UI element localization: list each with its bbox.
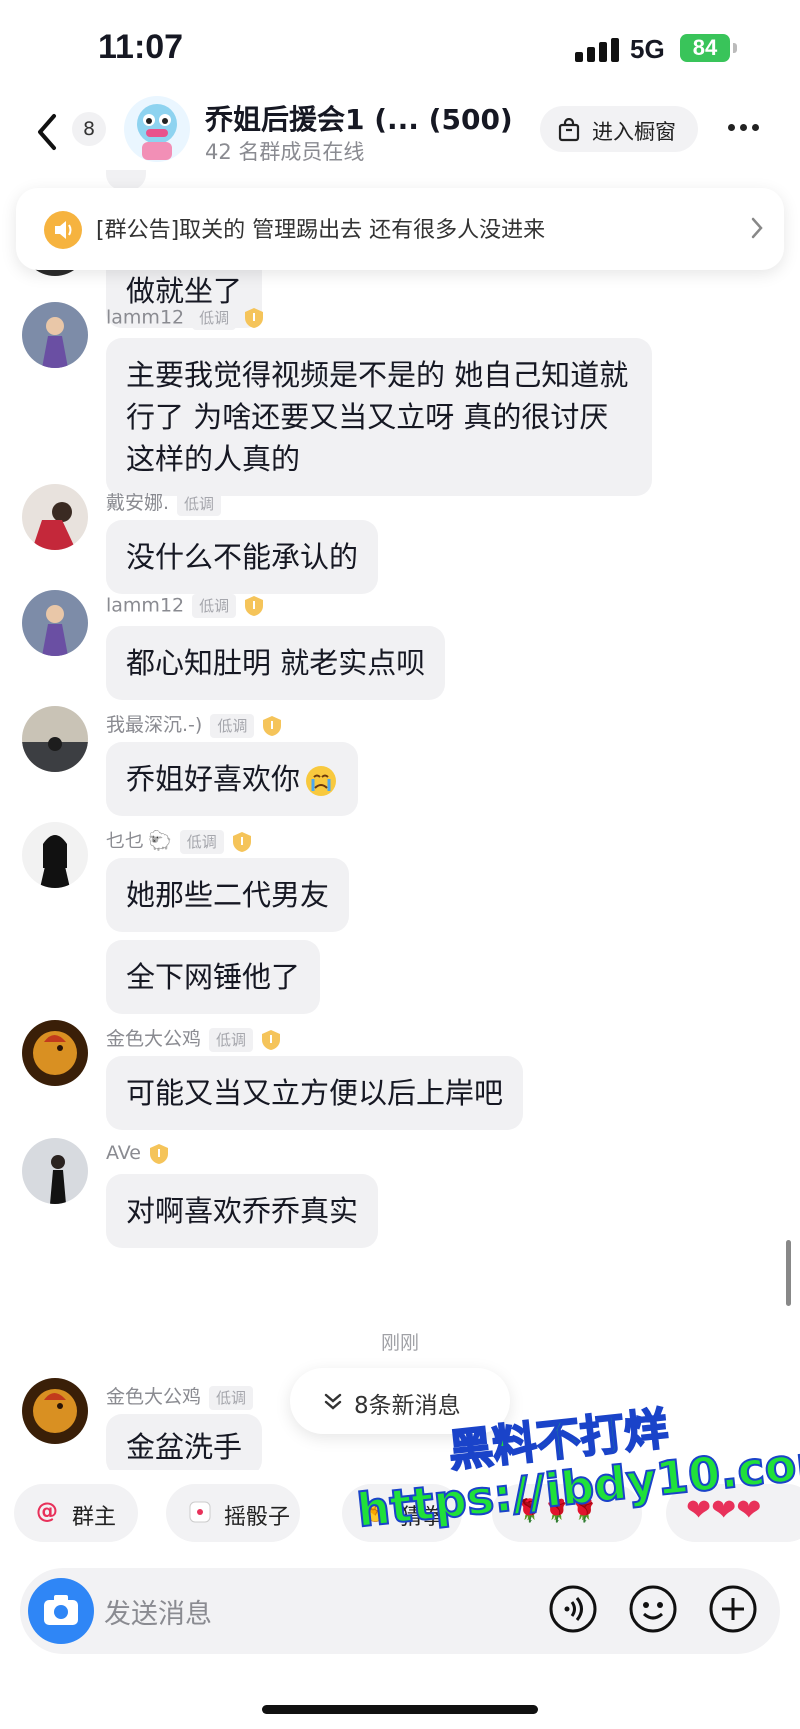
mention-owner-chip[interactable]: @ 群主 xyxy=(14,1484,138,1542)
message-bubble[interactable]: 没什么不能承认的 xyxy=(106,520,379,594)
username[interactable]: 金色大公鸡 xyxy=(106,1028,201,1050)
level-tag: 低调 xyxy=(179,829,224,854)
avatar-photo-icon xyxy=(22,302,88,368)
avatar-photo-icon xyxy=(22,590,88,656)
emoji-icon[interactable] xyxy=(628,1584,678,1634)
chevron-right-icon xyxy=(751,217,763,239)
message-bubble[interactable]: 都心知肚明 就老实点呗 xyxy=(106,626,446,700)
more-icon[interactable] xyxy=(728,116,768,136)
message-list[interactable]: 做就坐了 lamm12 低调 主要我觉得视频是不是的 她自己知道就行了 为啥还要又… xyxy=(0,170,800,1470)
rooster-avatar-icon xyxy=(22,1378,88,1444)
avatar-photo-icon xyxy=(22,1138,88,1204)
cartoon-avatar-icon xyxy=(137,104,177,160)
username[interactable]: 戴安娜. xyxy=(106,492,169,514)
badge-icon xyxy=(263,715,282,736)
level-tag: 低调 xyxy=(177,491,222,516)
shopping-bag-icon xyxy=(558,118,580,142)
scrollbar[interactable] xyxy=(786,1240,791,1306)
home-indicator xyxy=(262,1705,538,1714)
group-announcement[interactable]: [群公告]取关的 管理踢出去 还有很多人没进来 xyxy=(16,188,784,270)
message-composer: 发送消息 xyxy=(20,1568,780,1654)
username-row: 戴安娜. 低调 xyxy=(106,488,222,516)
username-row: lamm12 低调 xyxy=(106,306,264,330)
avatar[interactable] xyxy=(22,590,88,656)
chip-label: 摇骰子 xyxy=(224,1505,291,1530)
username[interactable]: 金色大公鸡 xyxy=(106,1386,201,1408)
avatar[interactable] xyxy=(22,822,88,888)
message-bubble[interactable] xyxy=(106,170,146,190)
message-bubble[interactable]: 主要我觉得视频是不是的 她自己知道就行了 为啥还要又当又立呀 真的很讨厌这样的人… xyxy=(106,338,652,496)
badge-icon xyxy=(245,596,264,616)
username[interactable]: lamm12 xyxy=(106,307,184,329)
battery-icon: 84 xyxy=(680,34,730,62)
avatar[interactable] xyxy=(22,484,88,550)
sheep-emoji-icon: 🐑 xyxy=(148,830,172,852)
message-text: 乔姐好喜欢你 xyxy=(126,762,301,796)
group-avatar[interactable] xyxy=(124,96,190,162)
back-icon[interactable] xyxy=(28,110,68,154)
avatar-photo-icon xyxy=(22,484,88,550)
avatar[interactable] xyxy=(22,1138,88,1204)
username-row: 乜乜 🐑 低调 xyxy=(106,826,252,854)
username-row: 金色大公鸡 低调 xyxy=(106,1024,281,1052)
badge-icon xyxy=(245,308,264,328)
unread-badge[interactable]: 8 xyxy=(72,112,106,146)
message-bubble[interactable]: 全下网锤他了 xyxy=(106,940,321,1014)
avatar[interactable] xyxy=(22,1020,88,1086)
dice-chip[interactable]: 摇骰子 xyxy=(166,1484,300,1542)
camera-button[interactable] xyxy=(28,1578,94,1644)
group-title[interactable]: 乔姐后援会1 (... (500) xyxy=(205,98,513,138)
username[interactable]: AVe xyxy=(106,1142,141,1164)
crying-emoji-icon xyxy=(306,766,337,796)
voice-icon[interactable] xyxy=(548,1584,598,1634)
announcement-text: [群公告]取关的 管理踢出去 还有很多人没进来 xyxy=(96,218,546,243)
avatar-photo-icon xyxy=(22,706,88,772)
username[interactable]: 我最深沉.-) xyxy=(106,714,202,736)
status-time: 11:07 xyxy=(98,28,184,66)
rooster-avatar-icon xyxy=(22,1020,88,1086)
level-tag: 低调 xyxy=(209,1027,254,1052)
chip-label: 群主 xyxy=(72,1505,117,1530)
message-bubble[interactable]: 乔姐好喜欢你 xyxy=(106,742,359,816)
level-tag: 低调 xyxy=(192,306,237,330)
avatar-photo-icon xyxy=(22,822,88,888)
network-type: 5G xyxy=(630,34,665,64)
avatar[interactable] xyxy=(22,1378,88,1444)
badge-icon xyxy=(150,1143,168,1164)
level-tag: 低调 xyxy=(209,1385,254,1410)
status-bar: 11:07 5G 84 xyxy=(0,0,800,96)
level-tag: 低调 xyxy=(210,713,255,738)
message-input[interactable]: 发送消息 xyxy=(104,1592,212,1631)
username-row: AVe xyxy=(106,1142,169,1165)
chat-header: 8 乔姐后援会1 (... (500) 42 名群成员在线 进入橱窗 xyxy=(0,96,800,170)
enter-showcase-label: 进入橱窗 xyxy=(592,120,676,144)
username-row: lamm12 低调 xyxy=(106,594,264,618)
enter-showcase-button[interactable]: 进入橱窗 xyxy=(540,106,698,152)
message-bubble[interactable]: 可能又当又立方便以后上岸吧 xyxy=(106,1056,524,1130)
message-bubble[interactable]: 金盆洗手 xyxy=(106,1414,263,1470)
message-bubble[interactable]: 她那些二代男友 xyxy=(106,858,350,932)
avatar[interactable] xyxy=(22,302,88,368)
username[interactable]: lamm12 xyxy=(106,595,184,617)
double-chevron-down-icon xyxy=(324,1393,342,1410)
add-icon[interactable] xyxy=(708,1584,758,1634)
level-tag: 低调 xyxy=(192,594,237,618)
username[interactable]: 乜乜 xyxy=(106,830,144,852)
battery-tip xyxy=(733,43,737,53)
time-separator: 刚刚 xyxy=(380,1332,419,1354)
badge-icon xyxy=(232,831,251,852)
username-row: 我最深沉.-) 低调 xyxy=(106,710,282,738)
message-bubble[interactable]: 对啊喜欢乔乔真实 xyxy=(106,1174,379,1248)
signal-icon xyxy=(575,38,619,62)
speaker-icon xyxy=(44,211,82,249)
at-icon: @ xyxy=(36,1499,58,1524)
camera-icon xyxy=(44,1595,78,1625)
username-row: 金色大公鸡 低调 xyxy=(106,1382,254,1410)
online-count: 42 名群成员在线 xyxy=(205,140,365,164)
avatar[interactable] xyxy=(22,706,88,772)
badge-icon xyxy=(262,1029,281,1050)
dice-icon xyxy=(189,1501,211,1523)
